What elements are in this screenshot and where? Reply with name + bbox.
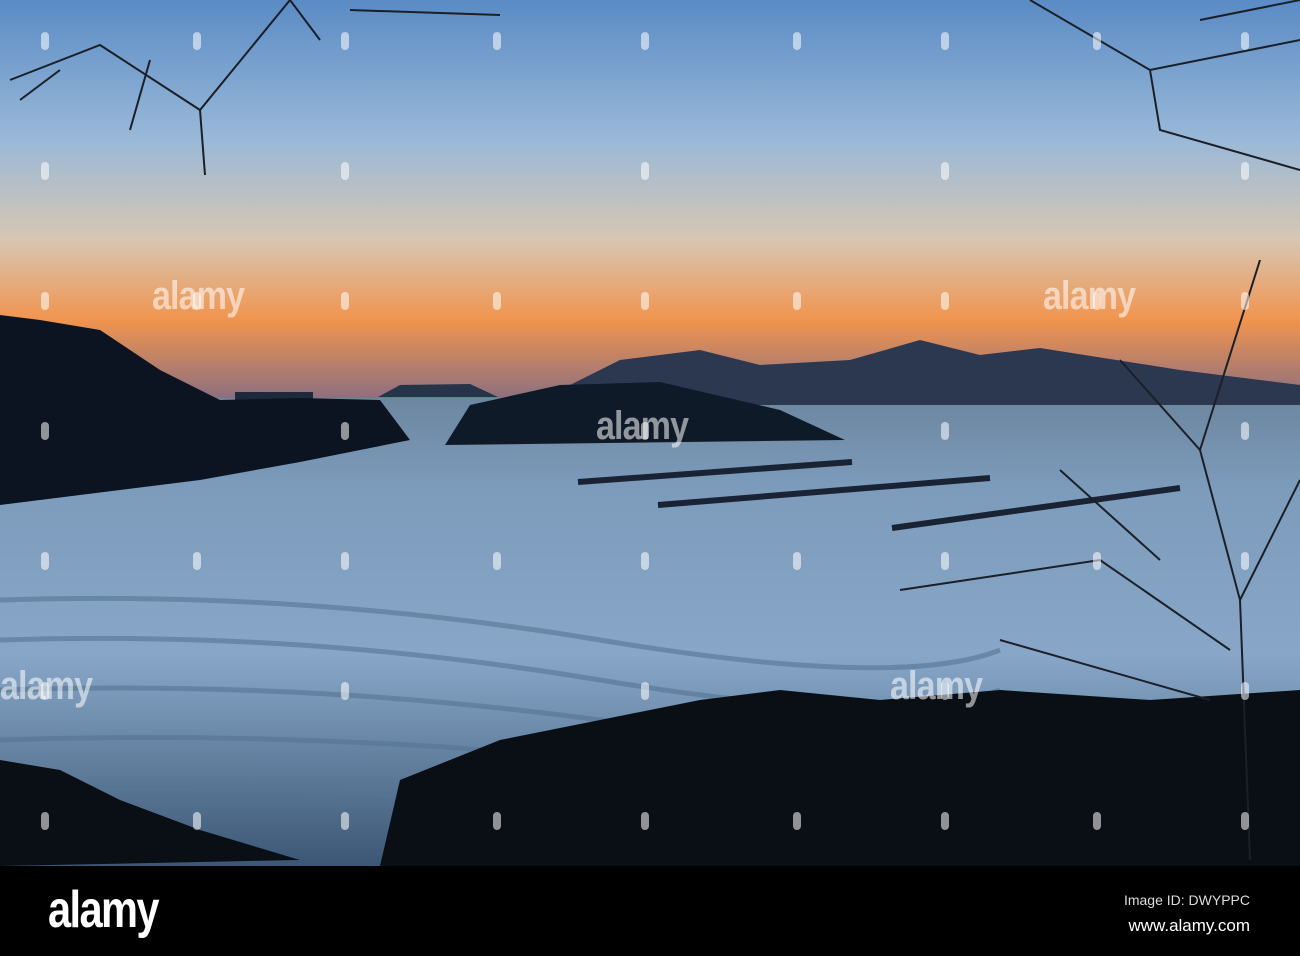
watermark-dot	[1241, 32, 1249, 50]
watermark-dot	[793, 32, 801, 50]
watermark-dot	[41, 292, 49, 310]
watermark-dot	[493, 812, 501, 830]
watermark-dot	[341, 162, 349, 180]
watermark-dot	[941, 32, 949, 50]
watermark-dot	[641, 422, 649, 440]
watermark-dot	[1241, 162, 1249, 180]
watermark-dot	[493, 292, 501, 310]
watermark-dot	[793, 812, 801, 830]
watermark-dot	[941, 812, 949, 830]
watermark-dot	[1241, 422, 1249, 440]
watermark-dot	[341, 292, 349, 310]
watermark-dot	[41, 422, 49, 440]
watermark-dot	[41, 162, 49, 180]
watermark-dot	[1241, 292, 1249, 310]
watermark-dot	[641, 292, 649, 310]
footer-bar: alamy Image ID: DWYPPC www.alamy.com	[0, 866, 1300, 956]
watermark-dot	[41, 682, 49, 700]
watermark-dot	[641, 32, 649, 50]
watermark-dot	[1093, 32, 1101, 50]
watermark-dot	[941, 422, 949, 440]
watermark-dot	[341, 422, 349, 440]
watermark-dot	[341, 552, 349, 570]
image-id: Image ID: DWYPPC	[1123, 892, 1250, 908]
watermark-dot	[793, 292, 801, 310]
watermark-dot	[1093, 552, 1101, 570]
watermark-dot	[193, 812, 201, 830]
watermark-dot	[193, 32, 201, 50]
watermark-dot	[641, 812, 649, 830]
watermark-dot	[1241, 682, 1249, 700]
watermark-dot	[41, 552, 49, 570]
watermark-dot	[793, 552, 801, 570]
watermark-dot	[1093, 292, 1101, 310]
watermark-dot	[1241, 552, 1249, 570]
watermark-dot	[1093, 812, 1101, 830]
watermark: alamy	[1043, 274, 1136, 318]
photo-frame: alamy alamy alamy alamy alamy alamy Imag…	[0, 0, 1300, 956]
watermark: alamy	[890, 664, 983, 708]
watermark-dot	[941, 162, 949, 180]
watermark-dot	[1241, 812, 1249, 830]
watermark-dot	[41, 32, 49, 50]
watermark-dot	[341, 32, 349, 50]
watermark-dot	[941, 552, 949, 570]
watermark-dot	[193, 552, 201, 570]
watermark-dot	[341, 812, 349, 830]
watermark-dot	[941, 292, 949, 310]
watermark-dot	[941, 682, 949, 700]
watermark-dot	[641, 552, 649, 570]
alamy-logo: alamy	[48, 881, 160, 939]
watermark-dot	[41, 812, 49, 830]
watermark-dot	[341, 682, 349, 700]
watermark-dot	[641, 682, 649, 700]
watermark-dot	[641, 162, 649, 180]
watermark-dot	[493, 552, 501, 570]
site-url: www.alamy.com	[1128, 916, 1250, 935]
watermark-dot	[493, 32, 501, 50]
watermark-dot	[193, 292, 201, 310]
sky	[0, 0, 1300, 400]
